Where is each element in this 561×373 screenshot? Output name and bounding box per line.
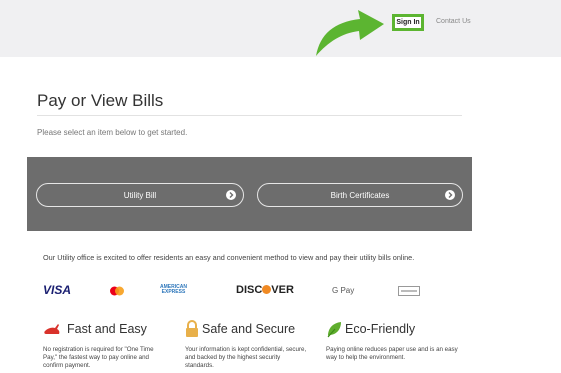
chevron-right-icon [445,190,455,200]
contact-us-link[interactable]: Contact Us [436,18,471,25]
feature-secure-title: Safe and Secure [202,322,296,336]
discover-text-end: VER [271,284,294,296]
birth-certificates-button[interactable]: Birth Certificates [257,183,463,207]
green-arrow-icon [316,10,384,56]
generic-card-icon [398,286,420,296]
feature-secure-text: Your information is kept confidential, s… [185,346,307,369]
leaf-icon [327,322,341,338]
feature-fast-title: Fast and Easy [67,322,147,336]
top-bar [0,0,561,57]
rabbit-icon [44,324,60,334]
amex-logo: AMERICAN EXPRESS [160,285,187,295]
instructions-text: Please select an item below to get start… [37,128,188,137]
google-pay-logo: G Pay [332,286,355,295]
feature-eco-title: Eco-Friendly [345,322,416,336]
utility-bill-button[interactable]: Utility Bill [36,183,244,207]
sign-in-link[interactable]: Sign In [392,14,424,31]
title-divider [37,115,462,116]
lock-icon [186,320,198,337]
feature-fast-text: No registration is required for "One Tim… [43,346,154,369]
page-title: Pay or View Bills [37,91,164,110]
visa-logo: VISA [43,283,72,297]
chevron-right-icon [226,190,236,200]
utility-bill-label: Utility Bill [123,190,157,200]
discover-text-start: DISC [236,284,263,296]
discover-logo: DISC VER [236,284,294,296]
birth-certificates-label: Birth Certificates [330,190,390,200]
office-description: Our Utility office is excited to offer r… [43,253,415,262]
mastercard-icon [110,286,124,296]
discover-o-icon [262,285,272,294]
amex-line-2: EXPRESS [161,289,186,295]
feature-eco-text: Paying online reduces paper use and is a… [326,346,458,361]
